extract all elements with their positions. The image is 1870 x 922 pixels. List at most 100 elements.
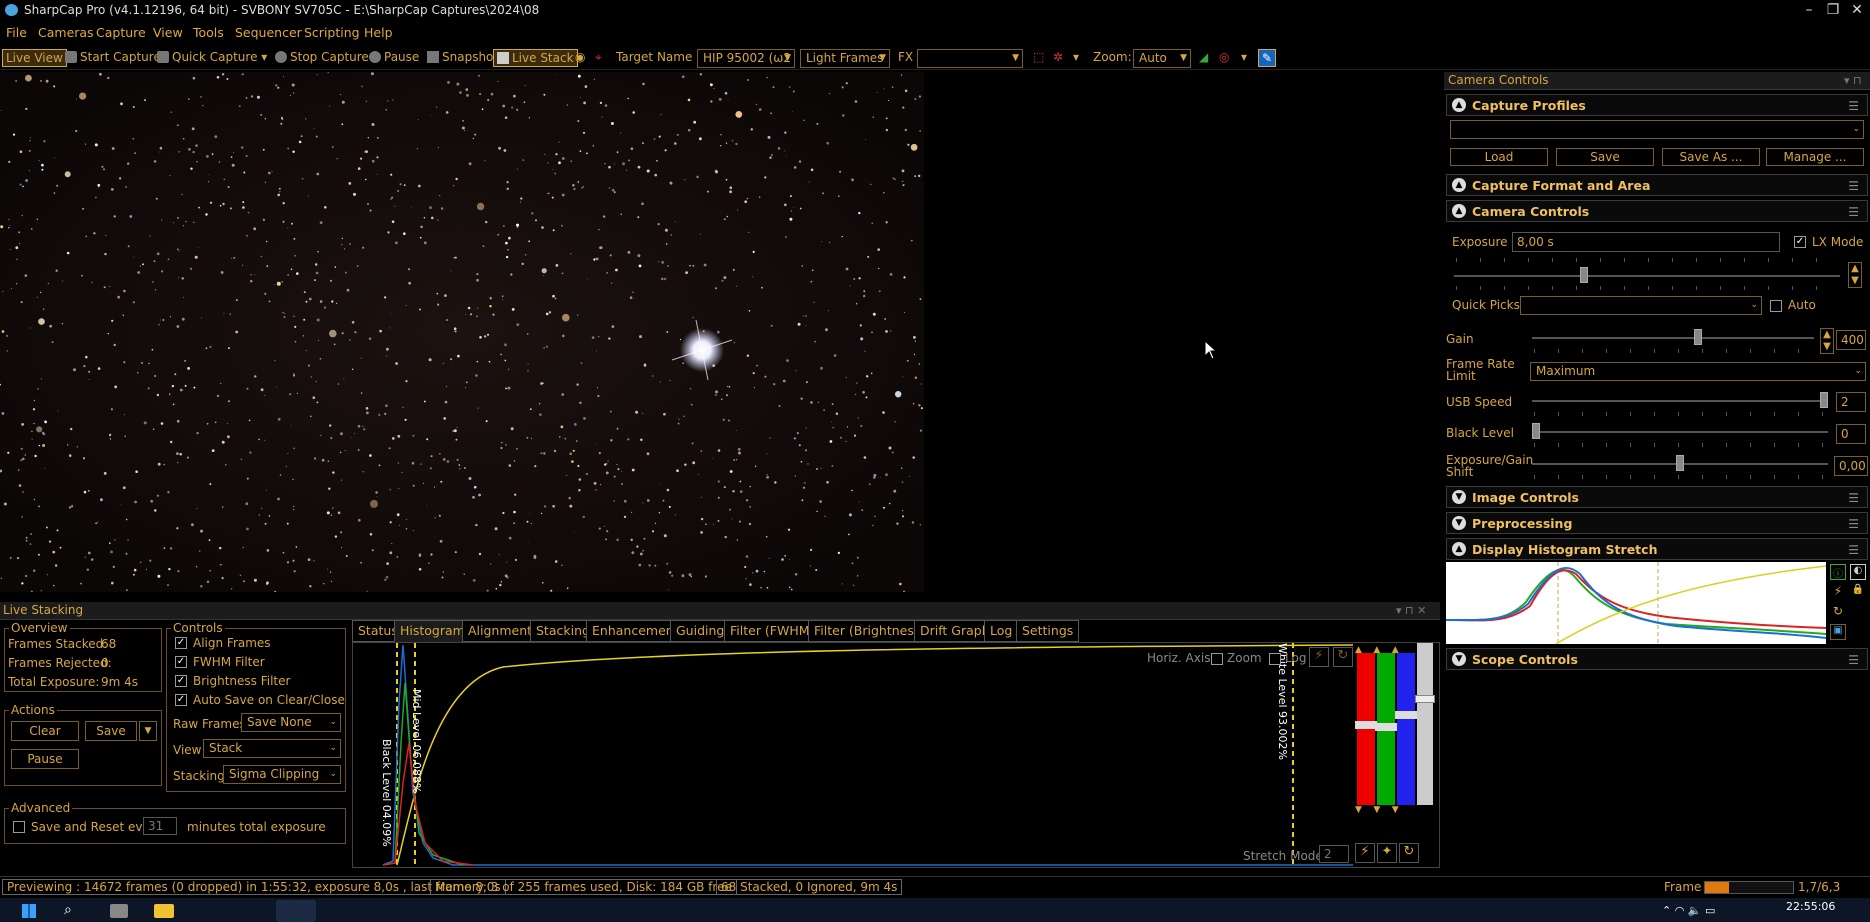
grid-icon[interactable]: ✲ — [1050, 49, 1066, 67]
reticle-icon[interactable]: ◎ — [1216, 49, 1232, 67]
reset-icon[interactable]: ↻ — [1830, 604, 1846, 620]
active-app-button[interactable] — [276, 900, 316, 922]
zoom-checkbox[interactable] — [1211, 653, 1223, 665]
exposure-spinner[interactable]: ▲ ▼ — [1848, 262, 1862, 288]
file-explorer-icon[interactable] — [154, 904, 174, 918]
save-profile-button[interactable]: Save — [1556, 148, 1654, 166]
tab-settings[interactable]: Settings — [1016, 620, 1080, 642]
exposure-gain-shift-input[interactable]: 0,00 — [1834, 456, 1868, 476]
menu-cameras[interactable]: Cameras — [38, 25, 94, 40]
histogram-icon[interactable]: ◢ — [1196, 49, 1211, 67]
save-icon[interactable]: ▣ — [1830, 624, 1846, 640]
menu-file[interactable]: File — [6, 25, 27, 40]
live-stack-button[interactable]: Live Stack — [493, 49, 578, 67]
usb-speed-input[interactable]: 2 — [1836, 392, 1866, 412]
quick-capture-button[interactable]: Quick Capture ▾ — [154, 49, 270, 67]
scope-controls-header[interactable]: ▼ Scope Controls ☰ — [1446, 648, 1868, 670]
minimize-button[interactable]: – — [1796, 1, 1822, 19]
hamburger-icon[interactable]: ☰ — [1848, 491, 1859, 505]
tab-filter-fwhm[interactable]: Filter (FWHM) — [724, 620, 821, 642]
target-name-select[interactable]: HIP 95002 (ω2 ▼ — [697, 49, 795, 68]
raw-frames-select[interactable]: Save None ⌄ — [241, 713, 341, 732]
exposure-slider-thumb[interactable] — [1580, 267, 1588, 283]
menu-sequencer[interactable]: Sequencer — [235, 25, 302, 40]
gain-input[interactable]: 400 — [1836, 330, 1866, 350]
hamburger-icon[interactable]: ☰ — [1848, 653, 1859, 667]
stack-histogram[interactable]: Black Level 04.09% Mid Level 06.088% Whi… — [352, 642, 1440, 868]
camera-controls-header[interactable]: ▲ Camera Controls ☰ — [1446, 200, 1868, 222]
hamburger-icon[interactable]: ☰ — [1848, 99, 1859, 113]
hamburger-icon[interactable]: ☰ — [1848, 205, 1859, 219]
gain-slider[interactable] — [1532, 337, 1814, 339]
menu-scripting[interactable]: Scripting — [304, 25, 360, 40]
save-as-profile-button[interactable]: Save As ... — [1662, 148, 1760, 166]
view-select[interactable]: Stack ⌄ — [203, 739, 341, 758]
save-stack-button[interactable]: Save — [85, 721, 137, 741]
load-profile-button[interactable]: Load — [1450, 148, 1548, 166]
selection-icon[interactable]: ⬚ — [1030, 49, 1047, 67]
gain-slider-thumb[interactable] — [1694, 329, 1702, 345]
stop-capture-button[interactable]: Stop Capture — [272, 49, 372, 67]
save-reset-checkbox[interactable] — [13, 821, 25, 833]
tab-histogram[interactable]: Histogram — [394, 620, 471, 642]
image-viewport[interactable] — [0, 72, 924, 592]
info-icon[interactable]: ⓘ — [1830, 564, 1846, 580]
stacking-select[interactable]: Sigma Clipping ⌄ — [223, 765, 341, 784]
brightness-filter-checkbox[interactable]: ✓ — [175, 675, 187, 687]
manage-profiles-button[interactable]: Manage ... — [1766, 148, 1864, 166]
tray-icons[interactable]: ⌃ ◠ 🔈 ▭ — [1662, 904, 1715, 917]
channel-down-arrows[interactable]: ▼ ▼ ▼ — [1355, 805, 1433, 815]
auto-stretch-icon[interactable]: ⚡ — [1355, 843, 1375, 863]
menu-view[interactable]: View — [153, 25, 183, 40]
maximize-button[interactable]: ❐ — [1820, 1, 1846, 19]
menu-capture[interactable]: Capture — [96, 25, 146, 40]
pause-button[interactable]: Pause — [366, 49, 422, 67]
green-level-slider[interactable] — [1375, 653, 1397, 805]
target-icon[interactable]: ⌖ — [592, 49, 605, 67]
tab-alignment[interactable]: Alignment — [462, 620, 539, 642]
log-checkbox[interactable] — [1269, 653, 1281, 665]
overlay-dropdown-icon[interactable]: ▾ — [1070, 49, 1082, 67]
pin-icon[interactable]: ▾ ⊓ ✕ — [1396, 604, 1426, 617]
reset-levels-icon[interactable]: ↻ — [1399, 843, 1419, 863]
start-capture-button[interactable]: Start Capture — [62, 49, 164, 67]
frame-rate-select[interactable]: Maximum ⌄ — [1530, 362, 1866, 381]
align-frames-checkbox[interactable]: ✓ — [175, 637, 187, 649]
capture-profile-select[interactable]: ⌄ — [1450, 120, 1864, 139]
search-icon[interactable]: ⌕ — [64, 902, 72, 918]
live-view-button[interactable]: Live View — [2, 49, 67, 67]
quick-picks-select[interactable]: ⌄ — [1520, 296, 1762, 315]
gain-spinner[interactable]: ▲ ▼ — [1820, 328, 1834, 354]
fx-select[interactable]: ▼ — [917, 49, 1023, 68]
preprocessing-header[interactable]: ▼ Preprocessing ☰ — [1446, 512, 1868, 534]
task-view-icon[interactable] — [110, 904, 128, 918]
usb-speed-slider-thumb[interactable] — [1820, 392, 1828, 408]
auto-exposure-checkbox[interactable] — [1770, 300, 1782, 312]
exposure-input[interactable]: 8,00 s — [1512, 232, 1780, 252]
pen-icon[interactable]: ✎ — [1258, 49, 1277, 67]
menu-help[interactable]: Help — [364, 25, 393, 40]
windows-start-icon[interactable] — [22, 904, 36, 918]
hamburger-icon[interactable]: ☰ — [1848, 543, 1859, 557]
black-level-input[interactable]: 0 — [1836, 424, 1866, 444]
lx-mode-checkbox[interactable]: ✓ — [1794, 236, 1806, 248]
dark-icon[interactable]: ◉ — [572, 49, 588, 67]
black-level-slider-thumb[interactable] — [1532, 423, 1540, 439]
frame-type-select[interactable]: Light Frames ▼ — [800, 49, 890, 68]
usb-speed-slider[interactable] — [1532, 400, 1828, 402]
image-controls-header[interactable]: ▼ Image Controls ☰ — [1446, 486, 1868, 508]
hamburger-icon[interactable]: ☰ — [1848, 517, 1859, 531]
reset-icon[interactable]: ↻ — [1333, 647, 1353, 667]
save-options-dropdown[interactable]: ▼ — [139, 721, 157, 741]
stretch-mode-input[interactable]: 2 — [1319, 845, 1349, 863]
close-button[interactable]: ✕ — [1844, 1, 1870, 19]
pin-icon[interactable]: ▾ ⊓ — [1844, 74, 1862, 87]
capture-format-header[interactable]: ▲ Capture Format and Area ☰ — [1446, 174, 1868, 196]
clear-button[interactable]: Clear — [11, 721, 79, 741]
reticle-dropdown-icon[interactable]: ▾ — [1238, 49, 1250, 67]
lightning-icon[interactable]: ⚡ — [1830, 584, 1846, 600]
lightning-icon[interactable]: ⚡ — [1309, 647, 1329, 667]
tab-filter-brightness[interactable]: Filter (Brightness) — [808, 620, 932, 642]
tab-log[interactable]: Log — [984, 620, 1019, 642]
exposure-gain-shift-slider-thumb[interactable] — [1676, 455, 1684, 471]
